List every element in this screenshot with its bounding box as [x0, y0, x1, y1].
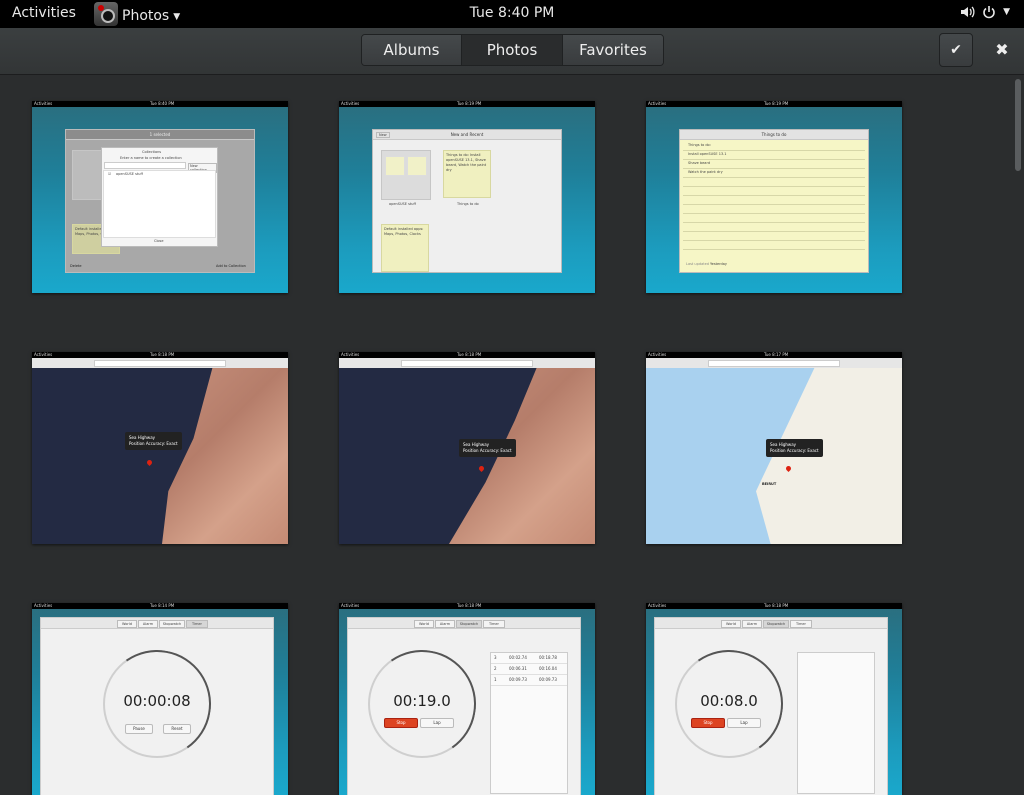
power-icon	[983, 6, 995, 19]
photo-thumbnail[interactable]: Activities Tue 8:18 PM Sea Highway Positio…	[32, 352, 288, 544]
app-menu-label: Photos	[122, 7, 170, 24]
photo-grid: Activities Tue 8:40 PM 1 selected Default…	[0, 75, 1012, 795]
tab-favorites[interactable]: Favorites	[563, 35, 663, 65]
close-icon: ✖	[995, 39, 1009, 59]
activities-button[interactable]: Activities	[12, 5, 76, 21]
chevron-down-icon: ▼	[173, 11, 181, 22]
photo-thumbnail[interactable]: Activities Tue 8:17 PM Sea Highway Positio…	[646, 352, 902, 544]
scrollbar[interactable]	[1013, 75, 1024, 768]
thumb-window: Things to do Things to do: Install openS…	[679, 129, 869, 273]
checkmark-icon: ✔	[950, 42, 962, 58]
close-button[interactable]: ✖	[986, 33, 1018, 65]
photo-thumbnail[interactable]: Activities Tue 8:19 PM New and Recent New…	[339, 101, 595, 293]
tab-photos[interactable]: Photos	[462, 35, 563, 65]
scrollbar-thumb[interactable]	[1015, 79, 1021, 171]
photo-thumbnail[interactable]: Activities Tue 8:40 PM 1 selected Default…	[32, 101, 288, 293]
laps-list: 3 00:02.74 00:18.78 2 00:06.31 00:16.04 1 00:…	[490, 652, 568, 794]
thumb-window: World Alarm Stopwatch Timer 00:00:08 Pau…	[40, 617, 274, 795]
app-menu[interactable]: Photos ▼	[94, 2, 180, 26]
thumb-window: World Alarm Stopwatch Timer 00:19.0 Stop…	[347, 617, 581, 795]
header-bar: Albums Photos Favorites ✔ ✖	[0, 28, 1024, 75]
thumb-window: World Alarm Stopwatch Timer 00:08.0 Stop…	[654, 617, 888, 795]
clock[interactable]: Tue 8:40 PM	[470, 5, 555, 21]
laps-list	[797, 652, 875, 794]
photo-thumbnail[interactable]: Activities Tue 8:14 PM World Alarm Stopwa…	[32, 603, 288, 795]
photo-thumbnail[interactable]: Activities Tue 8:19 PM Things to do Thing…	[646, 101, 902, 293]
thumb-window: New and Recent New openSUSE stuff Things…	[372, 129, 562, 273]
selection-mode-button[interactable]: ✔	[939, 33, 973, 67]
collections-dialog: Collections Enter a name to create a col…	[101, 147, 218, 247]
top-bar: Activities Photos ▼ Tue 8:40 PM ▼	[0, 0, 1024, 28]
system-status[interactable]: ▼	[959, 4, 1010, 20]
photo-thumbnail[interactable]: Activities Tue 8:18 PM World Alarm Stopwa…	[646, 603, 902, 795]
photos-app-icon	[94, 2, 118, 26]
tab-albums[interactable]: Albums	[362, 35, 462, 65]
photo-thumbnail[interactable]: Activities Tue 8:18 PM World Alarm Stopwa…	[339, 603, 595, 795]
volume-icon	[961, 6, 975, 18]
chevron-down-icon: ▼	[1003, 7, 1010, 17]
view-switcher: Albums Photos Favorites	[361, 34, 664, 66]
photo-thumbnail[interactable]: Activities Tue 8:18 PM Sea Highway Positio…	[339, 352, 595, 544]
